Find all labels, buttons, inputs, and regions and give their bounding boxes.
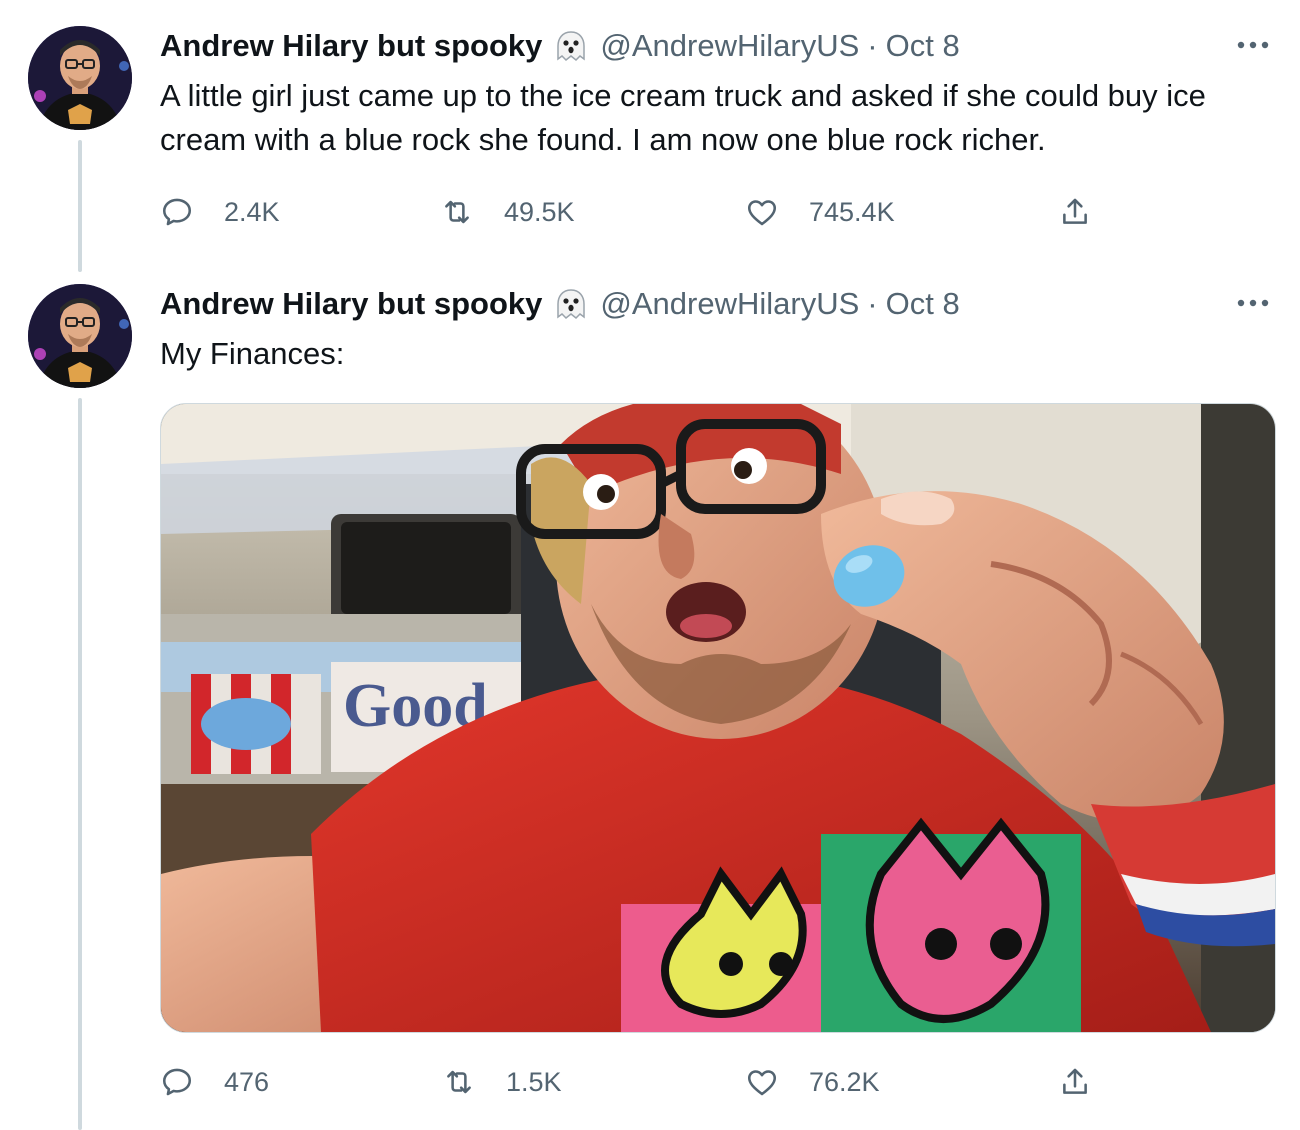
tweet-actions: 476 1.5K 76.2K bbox=[160, 1062, 1270, 1102]
retweet-button[interactable]: 49.5K bbox=[440, 192, 575, 232]
tweet-header: Andrew Hilary but spooky @AndrewHilaryUS… bbox=[160, 26, 960, 66]
author-name[interactable]: Andrew Hilary but spooky bbox=[160, 286, 542, 322]
share-button[interactable] bbox=[1058, 192, 1092, 232]
thread-connector-line bbox=[78, 140, 82, 272]
tweet-date[interactable]: Oct 8 bbox=[886, 28, 960, 64]
retweet-icon bbox=[447, 1070, 471, 1094]
reply-count: 2.4K bbox=[224, 196, 280, 227]
avatar[interactable] bbox=[28, 284, 132, 388]
retweet-button[interactable]: 1.5K bbox=[442, 1062, 562, 1102]
more-options-icon[interactable] bbox=[1234, 288, 1272, 318]
thread-connector-line bbox=[78, 398, 82, 1130]
retweet-icon bbox=[445, 200, 469, 224]
tweet-actions: 2.4K 49.5K 745.4K bbox=[160, 192, 1270, 232]
like-count: 745.4K bbox=[809, 196, 895, 227]
like-button[interactable]: 76.2K bbox=[745, 1062, 880, 1102]
tweet-date[interactable]: Oct 8 bbox=[886, 286, 960, 322]
share-icon bbox=[1063, 1068, 1087, 1094]
reply-count: 476 bbox=[224, 1066, 270, 1097]
avatar[interactable] bbox=[28, 26, 132, 130]
reply-button[interactable]: 2.4K bbox=[160, 192, 280, 232]
separator-dot: · bbox=[867, 28, 878, 63]
like-count: 76.2K bbox=[809, 1066, 880, 1097]
ghost-icon bbox=[552, 285, 590, 323]
retweet-count: 49.5K bbox=[504, 196, 575, 227]
tweet-header: Andrew Hilary but spooky @AndrewHilaryUS… bbox=[160, 284, 960, 324]
reply-icon bbox=[162, 1068, 192, 1096]
heart-icon bbox=[747, 1070, 777, 1096]
author-handle[interactable]: @AndrewHilaryUS bbox=[600, 286, 859, 322]
more-options-icon[interactable] bbox=[1234, 30, 1272, 60]
retweet-count: 1.5K bbox=[506, 1066, 562, 1097]
tweet-photo[interactable]: Good bbox=[160, 403, 1276, 1033]
author-name[interactable]: Andrew Hilary but spooky bbox=[160, 28, 542, 64]
share-button[interactable] bbox=[1058, 1062, 1092, 1102]
reply-icon bbox=[162, 198, 192, 226]
reply-button[interactable]: 476 bbox=[160, 1062, 269, 1102]
tweet-text: My Finances: bbox=[160, 336, 345, 371]
ghost-icon bbox=[552, 27, 590, 65]
tweet-text: A little girl just came up to the ice cr… bbox=[160, 78, 1206, 157]
like-button[interactable]: 745.4K bbox=[745, 192, 895, 232]
heart-icon bbox=[747, 200, 777, 226]
author-handle[interactable]: @AndrewHilaryUS bbox=[600, 28, 859, 64]
share-icon bbox=[1063, 198, 1087, 224]
separator-dot: · bbox=[867, 286, 878, 321]
